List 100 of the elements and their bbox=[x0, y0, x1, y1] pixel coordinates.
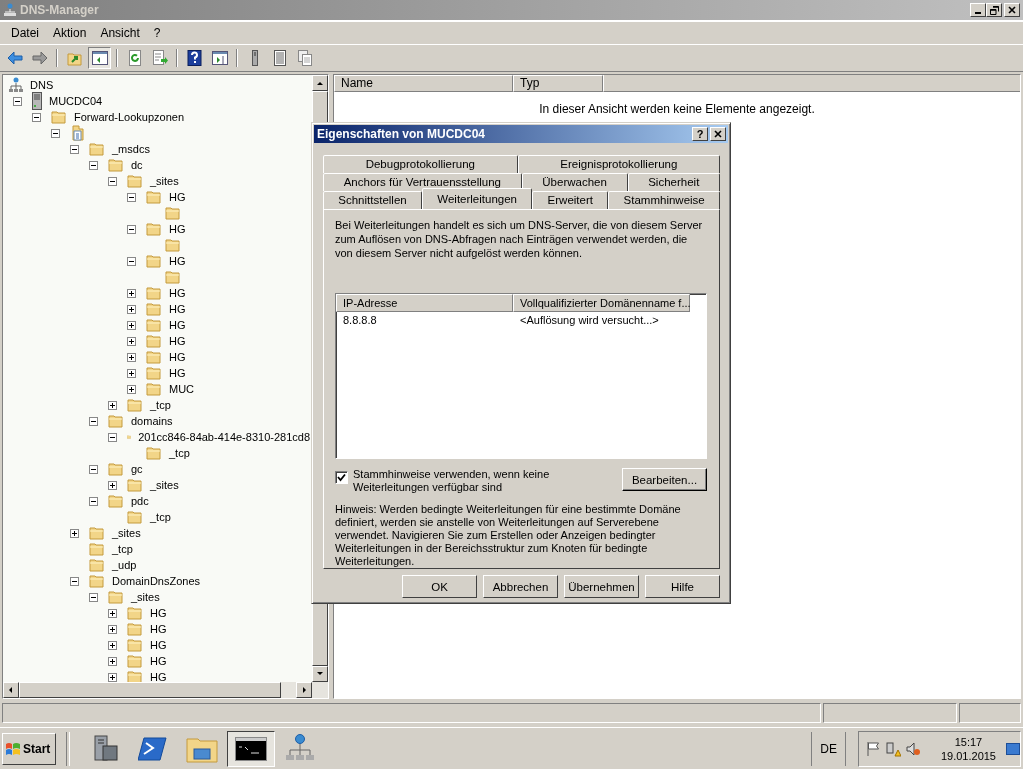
collapse-icon[interactable] bbox=[70, 576, 79, 586]
expand-icon[interactable] bbox=[127, 352, 136, 362]
tree-item[interactable]: MUCDC04 bbox=[47, 93, 105, 109]
speaker-icon[interactable] bbox=[904, 740, 921, 757]
column-header[interactable]: Typ bbox=[513, 75, 603, 92]
tab[interactable]: Überwachen bbox=[521, 173, 628, 191]
collapse-icon[interactable] bbox=[70, 144, 79, 154]
dialog-button[interactable]: OK bbox=[402, 575, 477, 598]
tree-item[interactable]: _sites bbox=[129, 589, 162, 605]
tab[interactable]: Ereignisprotokollierung bbox=[517, 155, 720, 173]
tree-item[interactable]: HG bbox=[167, 285, 188, 301]
tab[interactable]: Erweitert bbox=[532, 191, 609, 209]
tab[interactable]: Anchors für Vertrauensstellung bbox=[323, 173, 522, 191]
start-button[interactable]: Start bbox=[2, 732, 56, 765]
tree-item[interactable]: _tcp bbox=[167, 445, 192, 461]
tree-item[interactable]: domains bbox=[129, 413, 175, 429]
expand-icon[interactable] bbox=[108, 656, 117, 666]
tree-item[interactable]: HG bbox=[148, 669, 169, 682]
collapse-icon[interactable] bbox=[89, 592, 98, 602]
tree-item[interactable]: pdc bbox=[129, 493, 151, 509]
tree-item[interactable]: 201cc846-84ab-414e-8310-281cd8 bbox=[136, 429, 312, 445]
close-button[interactable] bbox=[1004, 3, 1020, 17]
collapse-icon[interactable] bbox=[89, 160, 98, 170]
tab[interactable]: Schnittstellen bbox=[323, 191, 422, 209]
tab[interactable]: Weiterleitungen bbox=[422, 188, 533, 209]
tree-item[interactable]: _msdcs bbox=[110, 141, 152, 157]
scroll-left-button[interactable] bbox=[3, 682, 19, 698]
scroll-right-button[interactable] bbox=[296, 682, 312, 698]
expand-icon[interactable] bbox=[108, 640, 117, 650]
tree-item[interactable]: HG bbox=[167, 301, 188, 317]
menu-item[interactable]: Datei bbox=[4, 24, 46, 42]
expand-icon[interactable] bbox=[127, 336, 136, 346]
collapse-icon[interactable] bbox=[89, 496, 98, 506]
collapse-icon[interactable] bbox=[127, 256, 136, 266]
tree-item[interactable]: HG bbox=[167, 253, 188, 269]
collapse-icon[interactable] bbox=[13, 96, 22, 106]
tree-item[interactable]: HG bbox=[167, 333, 188, 349]
column-header[interactable]: Name bbox=[334, 75, 513, 92]
tree-item[interactable]: DomainDnsZones bbox=[110, 573, 203, 589]
edit-button[interactable]: Bearbeiten... bbox=[622, 468, 707, 491]
dialog-button[interactable]: Abbrechen bbox=[483, 575, 558, 598]
column-header[interactable]: Vollqualifizierter Domänenname f... bbox=[513, 294, 690, 312]
column-header[interactable]: IP-Adresse bbox=[336, 294, 513, 312]
scroll-down-button[interactable] bbox=[312, 666, 328, 682]
tree-item[interactable]: HG bbox=[167, 317, 188, 333]
clock-time[interactable]: 15:17 bbox=[954, 734, 983, 749]
tree-item[interactable]: MUC bbox=[167, 381, 197, 397]
collapse-icon[interactable] bbox=[89, 416, 98, 426]
tree-item[interactable]: _sites bbox=[148, 173, 181, 189]
expand-icon[interactable] bbox=[108, 608, 117, 618]
checkbox[interactable] bbox=[335, 471, 348, 484]
panel-button[interactable] bbox=[88, 47, 111, 69]
checkbox-label[interactable]: Stammhinweise verwenden, wenn keine Weiterleitungen verfügbar sind bbox=[353, 468, 573, 494]
expand-icon[interactable] bbox=[108, 672, 117, 682]
tree-item[interactable]: HG bbox=[167, 221, 188, 237]
flag-icon[interactable] bbox=[864, 740, 881, 757]
collapse-icon[interactable] bbox=[89, 464, 98, 474]
expand-icon[interactable] bbox=[127, 368, 136, 378]
tree-item[interactable]: HG bbox=[148, 621, 169, 637]
tab[interactable]: Debugprotokollierung bbox=[323, 155, 518, 173]
restore-button[interactable] bbox=[986, 3, 1002, 17]
close-button[interactable] bbox=[710, 127, 726, 141]
tree-item[interactable]: HG bbox=[148, 653, 169, 669]
tree-item[interactable]: _tcp bbox=[110, 541, 135, 557]
collapse-icon[interactable] bbox=[108, 176, 117, 186]
clock-date[interactable]: 19.01.2015 bbox=[940, 748, 996, 763]
tab[interactable]: Sicherheit bbox=[627, 173, 720, 191]
show-desktop-icon[interactable] bbox=[1006, 742, 1020, 755]
help-button[interactable]: ? bbox=[692, 127, 708, 141]
menu-item[interactable]: ? bbox=[146, 24, 168, 42]
collapse-icon[interactable] bbox=[127, 192, 136, 202]
tree-item[interactable]: _sites bbox=[110, 525, 143, 541]
expand-icon[interactable] bbox=[127, 288, 136, 298]
tab[interactable]: Stammhinweise bbox=[608, 191, 721, 209]
collapse-icon[interactable] bbox=[127, 224, 136, 234]
expand-icon[interactable] bbox=[108, 480, 117, 490]
expand-icon[interactable] bbox=[127, 384, 136, 394]
tree-item[interactable]: HG bbox=[148, 637, 169, 653]
tree-item[interactable]: DNS bbox=[28, 77, 56, 93]
language-indicator[interactable]: DE bbox=[811, 731, 846, 766]
tree-item[interactable]: gc bbox=[129, 461, 145, 477]
expand-icon[interactable] bbox=[108, 624, 117, 634]
menu-item[interactable]: Aktion bbox=[46, 24, 94, 42]
menu-item[interactable]: Ansicht bbox=[93, 24, 147, 42]
dialog-button[interactable]: Übernehmen bbox=[564, 575, 639, 598]
taskbar-app[interactable] bbox=[227, 730, 275, 767]
tree-item[interactable]: dc bbox=[129, 157, 145, 173]
tree-item[interactable]: _udp bbox=[110, 557, 139, 573]
expand-icon[interactable] bbox=[70, 528, 79, 538]
tree-item[interactable]: _sites bbox=[148, 477, 181, 493]
expand-icon[interactable] bbox=[127, 304, 136, 314]
minimize-button[interactable] bbox=[970, 3, 986, 17]
collapse-icon[interactable] bbox=[51, 128, 60, 138]
tree-item[interactable]: HG bbox=[148, 605, 169, 621]
dialog-button[interactable]: Hilfe bbox=[645, 575, 720, 598]
tree-item[interactable]: Forward-Lookupzonen bbox=[72, 109, 187, 125]
expand-icon[interactable] bbox=[108, 400, 117, 410]
tree-item[interactable]: HG bbox=[167, 365, 188, 381]
tree-item[interactable]: HG bbox=[167, 189, 188, 205]
expand-icon[interactable] bbox=[127, 320, 136, 330]
